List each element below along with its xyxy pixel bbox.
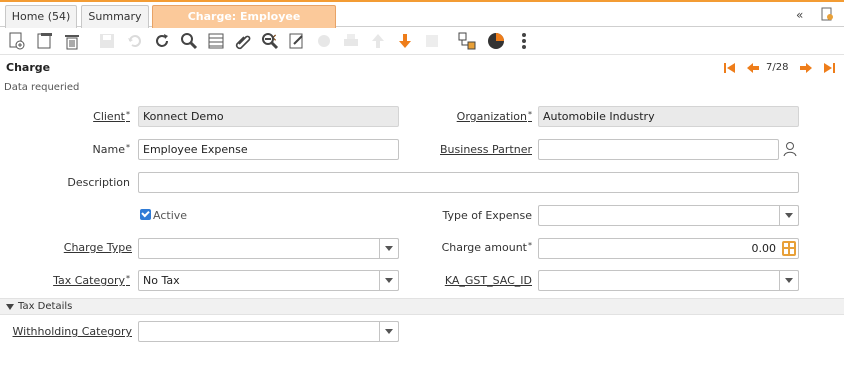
organization-label: Organization*: [420, 110, 532, 123]
type-of-expense-label: Type of Expense: [442, 209, 532, 222]
withholding-category-label: Withholding Category: [12, 325, 132, 338]
business-partner-lookup-icon[interactable]: [782, 141, 798, 157]
business-partner-label: Business Partner: [440, 143, 532, 156]
tax-category-select[interactable]: No Tax: [138, 270, 399, 291]
last-record-icon[interactable]: [821, 61, 837, 75]
post-it-icon[interactable]: [487, 32, 505, 50]
tab-home[interactable]: Home (54): [5, 5, 77, 28]
record-pager: 7/28: [766, 62, 789, 73]
tab-summary-label: Summary: [88, 10, 142, 23]
tax-category-dropdown-icon[interactable]: [379, 270, 399, 291]
attachment-icon[interactable]: [234, 32, 252, 50]
grid-toggle-icon[interactable]: [207, 32, 225, 50]
organization-label-text: Organization: [456, 110, 527, 123]
name-label-text: Name: [92, 143, 125, 156]
previous-record-icon[interactable]: [745, 61, 761, 75]
zoom-across-icon[interactable]: [261, 32, 279, 50]
description-input[interactable]: [138, 172, 799, 193]
collapse-triangle-icon: [6, 304, 14, 310]
required-mark: *: [126, 143, 130, 152]
previous-record-arrow-icon[interactable]: [369, 32, 387, 50]
name-label: Name*: [20, 143, 130, 156]
toolbar: [0, 27, 844, 55]
charge-type-dropdown-icon[interactable]: [379, 238, 399, 259]
collapse-icon[interactable]: «: [796, 8, 803, 22]
next-record-icon[interactable]: [798, 61, 814, 75]
tax-details-section-header[interactable]: Tax Details: [0, 298, 844, 315]
page-icon[interactable]: [820, 7, 834, 24]
ka-gst-sac-id-select[interactable]: [538, 270, 799, 291]
charge-type-select[interactable]: [138, 238, 399, 259]
charge-amount-value: 0.00: [751, 242, 777, 255]
withholding-category-select[interactable]: [138, 321, 399, 342]
required-mark: *: [528, 110, 532, 119]
charge-amount-label: Charge amount*: [420, 241, 532, 254]
next-record-arrow-icon[interactable]: [396, 32, 414, 50]
client-label: Client*: [20, 110, 130, 123]
organization-field[interactable]: Automobile Industry: [538, 106, 799, 127]
required-mark: *: [126, 274, 130, 283]
tax-category-label-text: Tax Category: [53, 274, 125, 287]
window-tab-bar: Home (54) Summary Charge: Employee Expen…: [0, 0, 844, 44]
tax-details-title: Tax Details: [18, 301, 73, 312]
tab-charge-employee-expense[interactable]: Charge: Employee Expense×: [152, 5, 336, 44]
delete-icon[interactable]: [63, 32, 81, 50]
report-icon[interactable]: [288, 32, 306, 50]
undo-icon[interactable]: [126, 32, 144, 50]
ka-gst-sac-id-label: KA_GST_SAC_ID: [444, 274, 532, 287]
record-header: Charge 7/28: [0, 57, 844, 79]
copy-record-icon[interactable]: [36, 32, 54, 50]
name-input[interactable]: Employee Expense: [138, 139, 399, 160]
calculator-icon[interactable]: [782, 241, 796, 256]
active-checkbox[interactable]: [140, 209, 151, 220]
tab-home-label: Home (54): [11, 10, 71, 23]
type-of-expense-dropdown-icon[interactable]: [779, 205, 799, 226]
client-label-text: Client: [93, 110, 125, 123]
save-icon[interactable]: [98, 32, 116, 50]
tax-category-value: No Tax: [143, 274, 180, 287]
first-record-icon[interactable]: [722, 61, 738, 75]
description-label: Description: [67, 176, 130, 189]
ka-gst-sac-id-dropdown-icon[interactable]: [779, 270, 799, 291]
business-partner-input[interactable]: [538, 139, 779, 160]
required-mark: *: [126, 110, 130, 119]
active-label: Active: [153, 209, 188, 222]
print-icon[interactable]: [342, 32, 360, 50]
client-field[interactable]: Konnect Demo: [138, 106, 399, 127]
withholding-category-dropdown-icon[interactable]: [379, 321, 399, 342]
refresh-icon[interactable]: [153, 32, 171, 50]
status-message: Data requeried: [4, 82, 80, 93]
required-mark: *: [528, 241, 532, 250]
process-icon[interactable]: [458, 32, 476, 50]
type-of-expense-select[interactable]: [538, 205, 799, 226]
more-options-icon[interactable]: [515, 32, 533, 50]
workflow-icon[interactable]: [315, 32, 333, 50]
charge-type-label: Charge Type: [63, 241, 132, 254]
archive-icon[interactable]: [423, 32, 441, 50]
new-record-icon[interactable]: [8, 32, 26, 50]
charge-amount-label-text: Charge amount: [441, 241, 527, 254]
find-icon[interactable]: [180, 32, 198, 50]
page-title: Charge: [6, 61, 51, 74]
tab-summary[interactable]: Summary: [81, 5, 149, 28]
charge-amount-input[interactable]: 0.00: [538, 238, 799, 259]
tax-category-label: Tax Category*: [20, 274, 130, 287]
